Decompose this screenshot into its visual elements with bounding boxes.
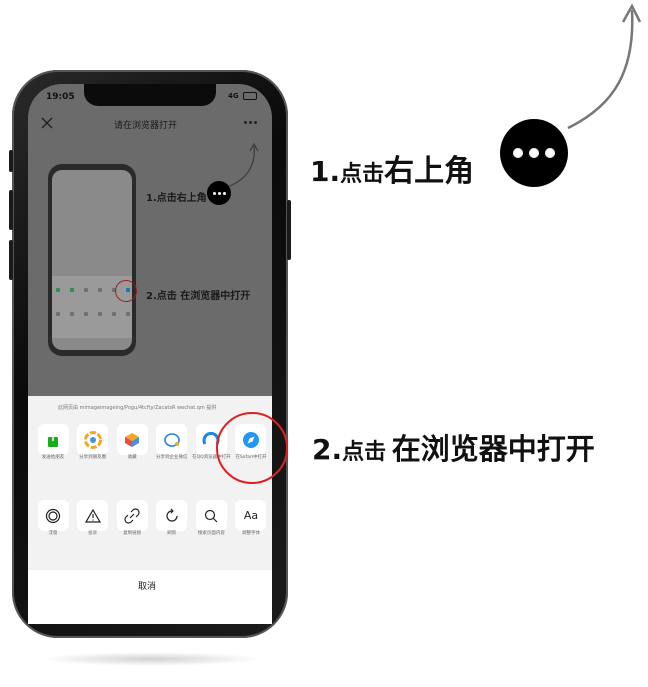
guide-step1-text: 1.点击右上角: [146, 193, 207, 204]
share-label: 分享到企业微信: [156, 455, 188, 460]
action-report[interactable]: 投诉: [74, 500, 112, 537]
share-label: 收藏: [127, 455, 137, 460]
action-label: 搜索页面内容: [197, 531, 225, 536]
share-favorite[interactable]: 收藏: [113, 424, 151, 461]
action-label: 投诉: [88, 531, 98, 536]
close-icon[interactable]: [40, 115, 54, 129]
phone-side-button: [9, 150, 13, 172]
callout-step1: 1.点击右上角: [310, 146, 474, 190]
more-dot: [244, 121, 247, 124]
moments-icon: [77, 424, 109, 455]
safari-highlight-circle: [216, 412, 288, 484]
callout-step1-verb: 点击: [340, 162, 385, 187]
network-label: 4G: [228, 92, 239, 100]
send-to-chat-icon: [37, 424, 69, 455]
phone-side-button: [9, 240, 13, 280]
refresh-icon: [156, 500, 188, 531]
mini-icon: [126, 312, 130, 316]
more-dot: [212, 191, 216, 195]
callout-step1-number: 1.: [310, 155, 341, 188]
guide-mini-icons-row2: [56, 312, 130, 316]
phone-side-button: [9, 190, 13, 230]
float-window-icon: [37, 500, 69, 531]
action-copy-link[interactable]: 复制链接: [113, 500, 151, 537]
more-dot: [529, 148, 539, 158]
more-dot: [513, 148, 523, 158]
guide-more-button: [207, 181, 231, 205]
phone-notch: [84, 84, 216, 106]
phone-shadow: [40, 652, 262, 666]
search-page-icon: [195, 500, 227, 531]
action-label: 刷新: [167, 531, 177, 536]
more-dot: [545, 148, 555, 158]
more-icon[interactable]: [244, 121, 260, 125]
status-network: 4G: [228, 92, 258, 100]
mini-icon: [70, 288, 74, 292]
more-dot: [249, 121, 252, 124]
sheet-row-2: 浮窗 投诉 复制链接 刷新 搜索页面内容 Aa 调整字体: [34, 500, 270, 537]
phone-side-button: [287, 200, 291, 260]
callout-step1-target: 右上角: [384, 154, 475, 189]
report-icon: [77, 500, 109, 531]
guide-step2-text: 2.点击 在浏览器中打开: [146, 291, 251, 302]
sheet-source-note: 此网页由 mimageimageing/Pogu/4tcfty/ZacatsR …: [58, 405, 217, 411]
mini-icon: [84, 288, 88, 292]
action-font-size[interactable]: Aa 调整字体: [232, 500, 270, 537]
more-dot: [254, 121, 257, 124]
action-label: 调整字体: [241, 531, 260, 536]
status-time: 19:05: [46, 92, 75, 102]
favorite-icon: [116, 424, 148, 455]
mini-icon: [98, 312, 102, 316]
more-dot: [222, 191, 226, 195]
curved-arrow-icon: [567, 3, 642, 130]
callout-step2-number: 2.: [312, 433, 343, 466]
mini-icon: [84, 312, 88, 316]
guide-mini-highlight-circle: [115, 280, 137, 302]
callout-step2-target: 在浏览器中打开: [391, 432, 595, 466]
more-button-large: [500, 119, 568, 187]
action-label: 复制链接: [123, 531, 142, 536]
mini-icon: [112, 312, 116, 316]
action-label: 浮窗: [48, 531, 58, 536]
font-size-icon: Aa: [235, 500, 267, 531]
font-size-glyph: Aa: [243, 509, 259, 522]
callout-step2: 2.点击 在浏览器中打开: [312, 426, 595, 468]
page-title: 请在浏览器打开: [114, 121, 178, 131]
wework-icon: [156, 424, 188, 455]
action-float-window[interactable]: 浮窗: [34, 500, 72, 537]
cancel-button[interactable]: 取消: [138, 579, 156, 592]
guide-small-arrow-icon: [229, 142, 259, 187]
battery-icon: [243, 92, 258, 100]
share-moments[interactable]: 分享到朋友圈: [74, 424, 112, 461]
action-search-page[interactable]: 搜索页面内容: [192, 500, 230, 537]
share-send-friend[interactable]: 发送给朋友: [34, 424, 72, 461]
mini-icon: [70, 312, 74, 316]
callout-step2-verb: 点击: [342, 440, 387, 465]
share-label: 分享到朋友圈: [79, 455, 107, 460]
share-label: 发送给朋友: [41, 455, 65, 460]
action-refresh[interactable]: 刷新: [153, 500, 191, 537]
share-wework[interactable]: 分享到企业微信: [153, 424, 191, 461]
mini-icon: [56, 288, 60, 292]
copy-link-icon: [116, 500, 148, 531]
mini-icon: [98, 288, 102, 292]
more-dot: [217, 191, 221, 195]
mini-icon: [56, 312, 60, 316]
